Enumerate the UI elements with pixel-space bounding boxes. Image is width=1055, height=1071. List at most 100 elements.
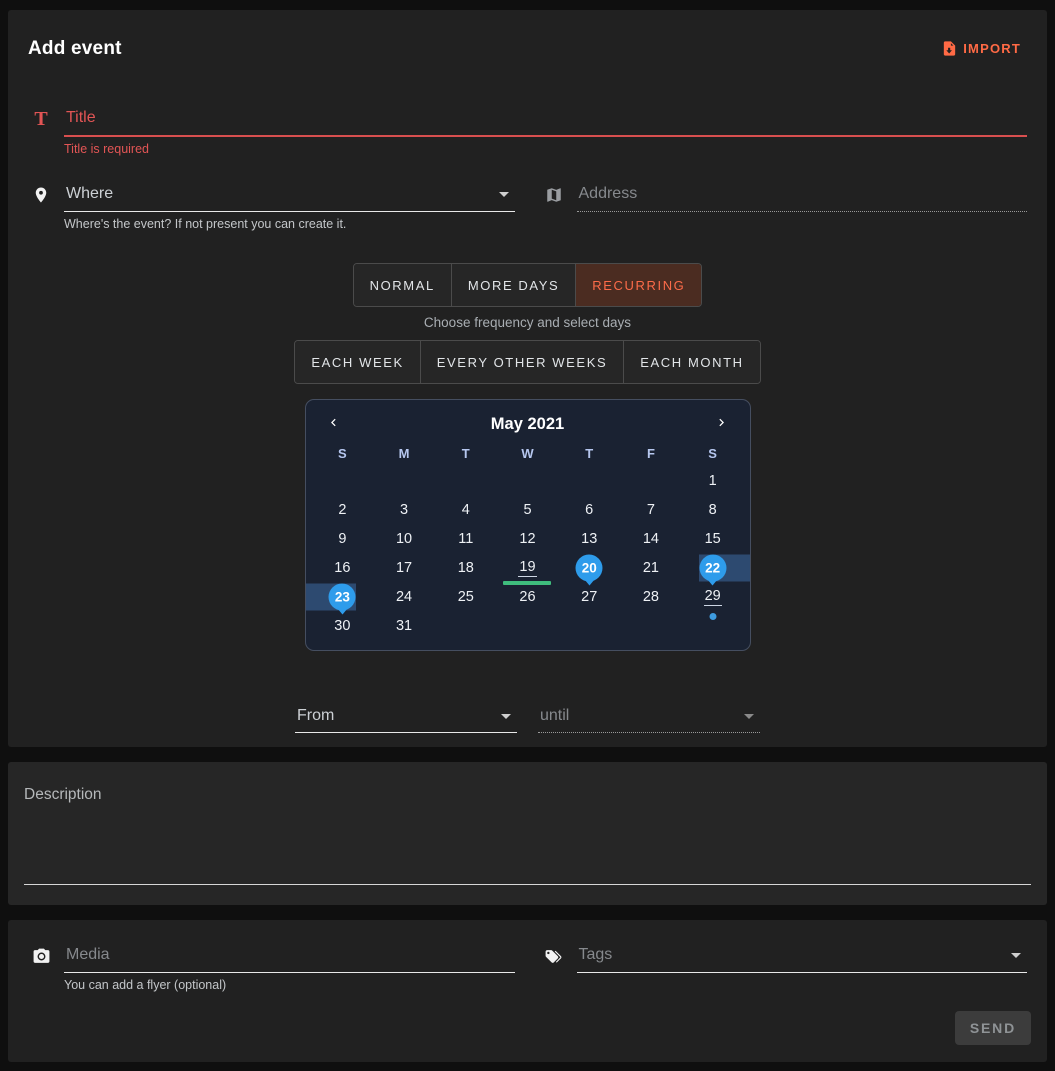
calendar-day[interactable]: 8	[682, 495, 744, 524]
mode-toggle-group: NORMAL MORE DAYS RECURRING	[353, 263, 703, 307]
weekday-label: T	[435, 442, 497, 466]
add-event-card: Add event IMPORT T Title Title is requir…	[8, 10, 1047, 747]
mode-toggle-wrap: NORMAL MORE DAYS RECURRING	[28, 231, 1027, 307]
day-number: 27	[580, 589, 598, 605]
tags-select[interactable]: Tags	[577, 944, 1028, 973]
calendar-day-empty	[312, 466, 374, 495]
where-select[interactable]: Where	[64, 183, 515, 212]
calendar-day[interactable]: 11	[435, 524, 497, 553]
freq-every-other-weeks-button[interactable]: EVERY OTHER WEEKS	[420, 341, 623, 383]
calendar-day[interactable]: 6	[558, 495, 620, 524]
calendar-day[interactable]: 14	[620, 524, 682, 553]
calendar-day[interactable]: 15	[682, 524, 744, 553]
tags-field-row: Tags	[541, 944, 1028, 992]
calendar-day-empty	[620, 611, 682, 640]
calendar-day[interactable]: 28	[620, 582, 682, 611]
freq-each-week-button[interactable]: EACH WEEK	[295, 341, 419, 383]
day-number: 8	[708, 502, 718, 518]
calendar-day[interactable]: 30	[312, 611, 374, 640]
media-tags-row: Media You can add a flyer (optional) Tag…	[28, 944, 1027, 992]
day-number: 3	[399, 502, 409, 518]
until-placeholder: until	[540, 707, 569, 725]
calendar-day[interactable]: 18	[435, 553, 497, 582]
calendar-day[interactable]: 4	[435, 495, 497, 524]
calendar-day[interactable]: 26	[497, 582, 559, 611]
media-input[interactable]: Media	[64, 944, 515, 973]
address-field-row: Address	[541, 183, 1028, 231]
day-number: 2	[337, 502, 347, 518]
mode-more-days-button[interactable]: MORE DAYS	[451, 264, 575, 306]
from-field: From	[295, 705, 517, 733]
calendar-day[interactable]: 21	[620, 553, 682, 582]
frequency-toggle-group: EACH WEEK EVERY OTHER WEEKS EACH MONTH	[294, 340, 760, 384]
calendar-day[interactable]: 20	[558, 553, 620, 582]
day-number: 5	[522, 502, 532, 518]
calendar-day[interactable]: 9	[312, 524, 374, 553]
selected-day-balloon: 20	[576, 554, 603, 581]
calendar-day[interactable]: 29	[682, 582, 744, 611]
calendar-month-title: May 2021	[491, 415, 564, 434]
caret-down-icon	[744, 714, 754, 719]
calendar-day[interactable]: 5	[497, 495, 559, 524]
calendar-day[interactable]: 31	[373, 611, 435, 640]
description-textarea[interactable]	[24, 884, 1031, 885]
media-hint: You can add a flyer (optional)	[64, 978, 515, 992]
calendar-day[interactable]: 12	[497, 524, 559, 553]
calendar-header: May 2021	[312, 406, 744, 442]
where-address-row: Where Where's the event? If not present …	[28, 183, 1027, 231]
from-select[interactable]: From	[295, 705, 517, 733]
time-row: From until	[28, 705, 1027, 733]
calendar-day[interactable]: 2	[312, 495, 374, 524]
send-button[interactable]: SEND	[955, 1011, 1031, 1045]
calendar-day[interactable]: 25	[435, 582, 497, 611]
weekday-label: T	[558, 442, 620, 466]
day-number: 4	[461, 502, 471, 518]
caret-down-icon	[1011, 953, 1021, 958]
day-number: 1	[708, 473, 718, 489]
where-field-row: Where Where's the event? If not present …	[28, 183, 515, 231]
mode-normal-button[interactable]: NORMAL	[354, 264, 451, 306]
calendar-day[interactable]: 16	[312, 553, 374, 582]
calendar-day[interactable]: 1	[682, 466, 744, 495]
address-input[interactable]: Address	[577, 183, 1028, 212]
day-number: 24	[395, 589, 413, 605]
weekday-label: F	[620, 442, 682, 466]
where-hint: Where's the event? If not present you ca…	[64, 217, 515, 231]
header: Add event IMPORT	[28, 36, 1027, 61]
tag-multiple-icon	[541, 944, 567, 968]
import-button[interactable]: IMPORT	[935, 36, 1027, 61]
calendar-day[interactable]: 27	[558, 582, 620, 611]
calendar-day[interactable]: 19	[497, 553, 559, 582]
calendar-day[interactable]: 22	[682, 553, 744, 582]
day-number: 19	[518, 559, 536, 577]
map-icon	[541, 183, 567, 207]
calendar-day[interactable]: 7	[620, 495, 682, 524]
freq-each-month-button[interactable]: EACH MONTH	[623, 341, 759, 383]
calendar-day[interactable]: 3	[373, 495, 435, 524]
until-field: until	[538, 705, 760, 733]
day-number: 30	[333, 618, 351, 634]
calendar-day[interactable]: 13	[558, 524, 620, 553]
title-input[interactable]: Title	[64, 107, 1027, 137]
calendar-day-empty	[435, 611, 497, 640]
day-number: 6	[584, 502, 594, 518]
chevron-right-icon	[714, 415, 729, 433]
until-select[interactable]: until	[538, 705, 760, 733]
day-number: 16	[333, 560, 351, 576]
calendar-day[interactable]: 24	[373, 582, 435, 611]
calendar-day[interactable]: 10	[373, 524, 435, 553]
selected-day-balloon: 23	[329, 583, 356, 610]
calendar-day[interactable]: 23	[312, 582, 374, 611]
day-number: 25	[457, 589, 475, 605]
frequency-hint: Choose frequency and select days	[28, 315, 1027, 330]
page-title: Add event	[28, 38, 122, 60]
weekday-label: S	[312, 442, 374, 466]
calendar-next-button[interactable]	[710, 411, 733, 437]
calendar-day[interactable]: 17	[373, 553, 435, 582]
calendar-day-empty	[373, 466, 435, 495]
file-import-icon	[941, 40, 958, 57]
title-placeholder: Title	[66, 109, 96, 127]
mode-recurring-button[interactable]: RECURRING	[575, 264, 701, 306]
calendar-prev-button[interactable]	[322, 411, 345, 437]
caret-down-icon	[499, 192, 509, 197]
